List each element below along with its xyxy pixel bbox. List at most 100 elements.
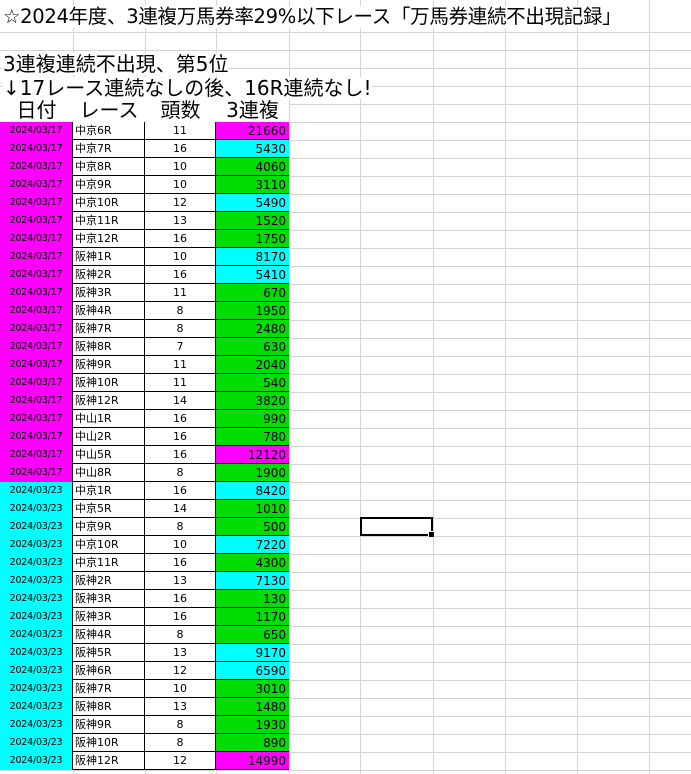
date-cell[interactable]: 2024/03/17 [0, 158, 73, 176]
date-cell[interactable]: 2024/03/23 [0, 698, 73, 716]
payout-cell[interactable]: 540 [216, 374, 289, 392]
race-cell[interactable]: 中京9R [73, 518, 145, 536]
payout-cell[interactable]: 5430 [216, 140, 289, 158]
heads-cell[interactable]: 11 [145, 356, 216, 374]
payout-cell[interactable]: 6590 [216, 662, 289, 680]
payout-cell[interactable]: 130 [216, 590, 289, 608]
payout-cell[interactable]: 7130 [216, 572, 289, 590]
header-date[interactable]: 日付 [0, 99, 73, 121]
payout-cell[interactable]: 2480 [216, 320, 289, 338]
race-cell[interactable]: 阪神9R [73, 356, 145, 374]
date-cell[interactable]: 2024/03/23 [0, 752, 73, 770]
date-cell[interactable]: 2024/03/17 [0, 248, 73, 266]
date-cell[interactable]: 2024/03/17 [0, 266, 73, 284]
payout-cell[interactable]: 630 [216, 338, 289, 356]
payout-cell[interactable]: 1930 [216, 716, 289, 734]
date-cell[interactable]: 2024/03/23 [0, 482, 73, 500]
heads-cell[interactable]: 8 [145, 734, 216, 752]
payout-cell[interactable]: 3110 [216, 176, 289, 194]
date-cell[interactable]: 2024/03/23 [0, 536, 73, 554]
race-cell[interactable]: 中山2R [73, 428, 145, 446]
date-cell[interactable]: 2024/03/17 [0, 446, 73, 464]
date-cell[interactable]: 2024/03/23 [0, 716, 73, 734]
heads-cell[interactable]: 7 [145, 338, 216, 356]
date-cell[interactable]: 2024/03/17 [0, 284, 73, 302]
payout-cell[interactable]: 21660 [216, 122, 289, 140]
heads-cell[interactable]: 16 [145, 140, 216, 158]
race-cell[interactable]: 阪神2R [73, 266, 145, 284]
heads-cell[interactable]: 13 [145, 644, 216, 662]
date-cell[interactable]: 2024/03/17 [0, 374, 73, 392]
payout-cell[interactable]: 1900 [216, 464, 289, 482]
race-cell[interactable]: 阪神8R [73, 698, 145, 716]
heads-cell[interactable]: 14 [145, 392, 216, 410]
heads-cell[interactable]: 10 [145, 680, 216, 698]
payout-cell[interactable]: 1170 [216, 608, 289, 626]
heads-cell[interactable]: 10 [145, 536, 216, 554]
heads-cell[interactable]: 16 [145, 554, 216, 572]
heads-cell[interactable]: 8 [145, 464, 216, 482]
payout-cell[interactable]: 650 [216, 626, 289, 644]
race-cell[interactable]: 阪神3R [73, 284, 145, 302]
heads-cell[interactable]: 11 [145, 122, 216, 140]
date-cell[interactable]: 2024/03/23 [0, 608, 73, 626]
payout-cell[interactable]: 1010 [216, 500, 289, 518]
heads-cell[interactable]: 14 [145, 500, 216, 518]
race-cell[interactable]: 中京6R [73, 122, 145, 140]
payout-cell[interactable]: 780 [216, 428, 289, 446]
race-cell[interactable]: 中京8R [73, 158, 145, 176]
header-race[interactable]: レース [73, 99, 145, 121]
payout-cell[interactable]: 1950 [216, 302, 289, 320]
race-cell[interactable]: 中山5R [73, 446, 145, 464]
heads-cell[interactable]: 13 [145, 572, 216, 590]
payout-cell[interactable]: 3010 [216, 680, 289, 698]
payout-cell[interactable]: 2040 [216, 356, 289, 374]
heads-cell[interactable]: 8 [145, 716, 216, 734]
heads-cell[interactable]: 13 [145, 698, 216, 716]
heads-cell[interactable]: 12 [145, 194, 216, 212]
payout-cell[interactable]: 890 [216, 734, 289, 752]
date-cell[interactable]: 2024/03/23 [0, 734, 73, 752]
race-cell[interactable]: 阪神2R [73, 572, 145, 590]
date-cell[interactable]: 2024/03/17 [0, 410, 73, 428]
payout-cell[interactable]: 5410 [216, 266, 289, 284]
payout-cell[interactable]: 5490 [216, 194, 289, 212]
payout-cell[interactable]: 7220 [216, 536, 289, 554]
payout-cell[interactable]: 1750 [216, 230, 289, 248]
payout-cell[interactable]: 8170 [216, 248, 289, 266]
race-cell[interactable]: 阪神8R [73, 338, 145, 356]
date-cell[interactable]: 2024/03/23 [0, 644, 73, 662]
heads-cell[interactable]: 16 [145, 428, 216, 446]
payout-cell[interactable]: 3820 [216, 392, 289, 410]
heads-cell[interactable]: 10 [145, 248, 216, 266]
heads-cell[interactable]: 8 [145, 320, 216, 338]
date-cell[interactable]: 2024/03/23 [0, 554, 73, 572]
payout-cell[interactable]: 670 [216, 284, 289, 302]
heads-cell[interactable]: 8 [145, 626, 216, 644]
race-cell[interactable]: 阪神5R [73, 644, 145, 662]
date-cell[interactable]: 2024/03/17 [0, 176, 73, 194]
payout-cell[interactable]: 4060 [216, 158, 289, 176]
race-cell[interactable]: 中京10R [73, 536, 145, 554]
race-cell[interactable]: 阪神12R [73, 752, 145, 770]
heads-cell[interactable]: 8 [145, 518, 216, 536]
date-cell[interactable]: 2024/03/17 [0, 356, 73, 374]
heads-cell[interactable]: 11 [145, 374, 216, 392]
heads-cell[interactable]: 16 [145, 410, 216, 428]
header-heads[interactable]: 頭数 [145, 99, 216, 121]
race-cell[interactable]: 中京11R [73, 554, 145, 572]
race-cell[interactable]: 中山1R [73, 410, 145, 428]
race-cell[interactable]: 阪神12R [73, 392, 145, 410]
race-cell[interactable]: 阪神7R [73, 320, 145, 338]
race-cell[interactable]: 中京1R [73, 482, 145, 500]
race-cell[interactable]: 中京5R [73, 500, 145, 518]
payout-cell[interactable]: 8420 [216, 482, 289, 500]
heads-cell[interactable]: 16 [145, 482, 216, 500]
date-cell[interactable]: 2024/03/23 [0, 500, 73, 518]
race-cell[interactable]: 阪神3R [73, 590, 145, 608]
payout-cell[interactable]: 1520 [216, 212, 289, 230]
heads-cell[interactable]: 16 [145, 446, 216, 464]
date-cell[interactable]: 2024/03/23 [0, 590, 73, 608]
date-cell[interactable]: 2024/03/17 [0, 392, 73, 410]
race-cell[interactable]: 中京12R [73, 230, 145, 248]
